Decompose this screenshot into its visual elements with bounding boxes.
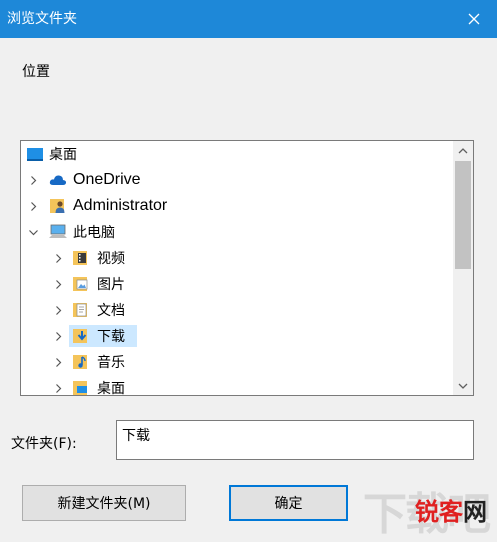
chevron-right-icon[interactable] [26, 173, 40, 187]
chevron-right-icon[interactable] [51, 355, 65, 369]
vertical-scrollbar[interactable] [453, 141, 473, 395]
tree-item-onedrive[interactable]: OneDrive [21, 167, 453, 193]
close-button[interactable] [451, 0, 497, 38]
watermark-dark-text: 网 [463, 498, 487, 526]
tree-item-administrator[interactable]: Administrator [21, 193, 453, 219]
chevron-right-icon[interactable] [51, 303, 65, 317]
downloads-folder-icon [73, 329, 87, 343]
desktop-icon [27, 148, 43, 161]
tree-item-this-pc[interactable]: 此电脑 [21, 219, 453, 245]
ok-button[interactable]: 确定 [229, 485, 348, 521]
tree-item-music[interactable]: 音乐 [21, 349, 453, 375]
tree-item-label: OneDrive [73, 171, 141, 188]
user-folder-icon [50, 199, 65, 213]
tree-item-label: 桌面 [49, 147, 77, 163]
folder-name-input[interactable]: 下载 [116, 420, 474, 460]
tree-item-label: 音乐 [97, 355, 125, 371]
pictures-folder-icon [73, 277, 88, 291]
tree-item-downloads[interactable]: 下载 [21, 323, 453, 349]
tree-item-label: 此电脑 [73, 225, 115, 241]
watermark-logo: 下载吧 锐客网 [347, 476, 497, 540]
tree-item-label: 文档 [97, 303, 125, 319]
computer-icon [49, 224, 67, 238]
chevron-down-icon [458, 383, 468, 389]
chevron-down-icon[interactable] [26, 225, 40, 239]
chevron-right-icon[interactable] [51, 277, 65, 291]
chevron-up-icon [458, 147, 468, 153]
documents-folder-icon [73, 303, 87, 317]
scroll-down-button[interactable] [453, 377, 473, 395]
tree-item-label: Administrator [73, 197, 168, 214]
tree-item-desktop-root[interactable]: 桌面 [21, 141, 453, 167]
desktop-folder-icon [73, 381, 87, 395]
scroll-up-button[interactable] [453, 141, 473, 159]
music-folder-icon [73, 355, 87, 369]
folder-field-label: 文件夹(F): [11, 436, 77, 452]
chevron-right-icon[interactable] [51, 251, 65, 265]
location-label: 位置 [22, 64, 50, 80]
tree-item-pictures[interactable]: 图片 [21, 271, 453, 297]
title-bar: 浏览文件夹 [0, 0, 497, 38]
cloud-icon [49, 175, 67, 185]
chevron-right-icon[interactable] [26, 199, 40, 213]
chevron-right-icon[interactable] [51, 381, 65, 395]
folder-tree[interactable]: 桌面 OneDrive Administrator 此电脑 视频 图片 文档 下… [20, 140, 474, 396]
tree-item-videos[interactable]: 视频 [21, 245, 453, 271]
tree-item-label: 桌面 [97, 381, 125, 396]
close-icon [468, 13, 480, 25]
watermark-big-text: 下载吧 [363, 489, 491, 540]
tree-item-label: 视频 [97, 251, 125, 267]
window-title: 浏览文件夹 [7, 11, 77, 27]
chevron-right-icon[interactable] [51, 329, 65, 343]
tree-item-label: 图片 [97, 277, 125, 293]
watermark-red-text: 锐客 [415, 498, 463, 526]
tree-item-desktop-folder[interactable]: 桌面 [21, 375, 453, 396]
tree-item-documents[interactable]: 文档 [21, 297, 453, 323]
new-folder-button[interactable]: 新建文件夹(M) [22, 485, 186, 521]
scrollbar-thumb[interactable] [455, 161, 471, 269]
tree-item-label: 下载 [97, 329, 125, 345]
video-folder-icon [73, 251, 87, 265]
